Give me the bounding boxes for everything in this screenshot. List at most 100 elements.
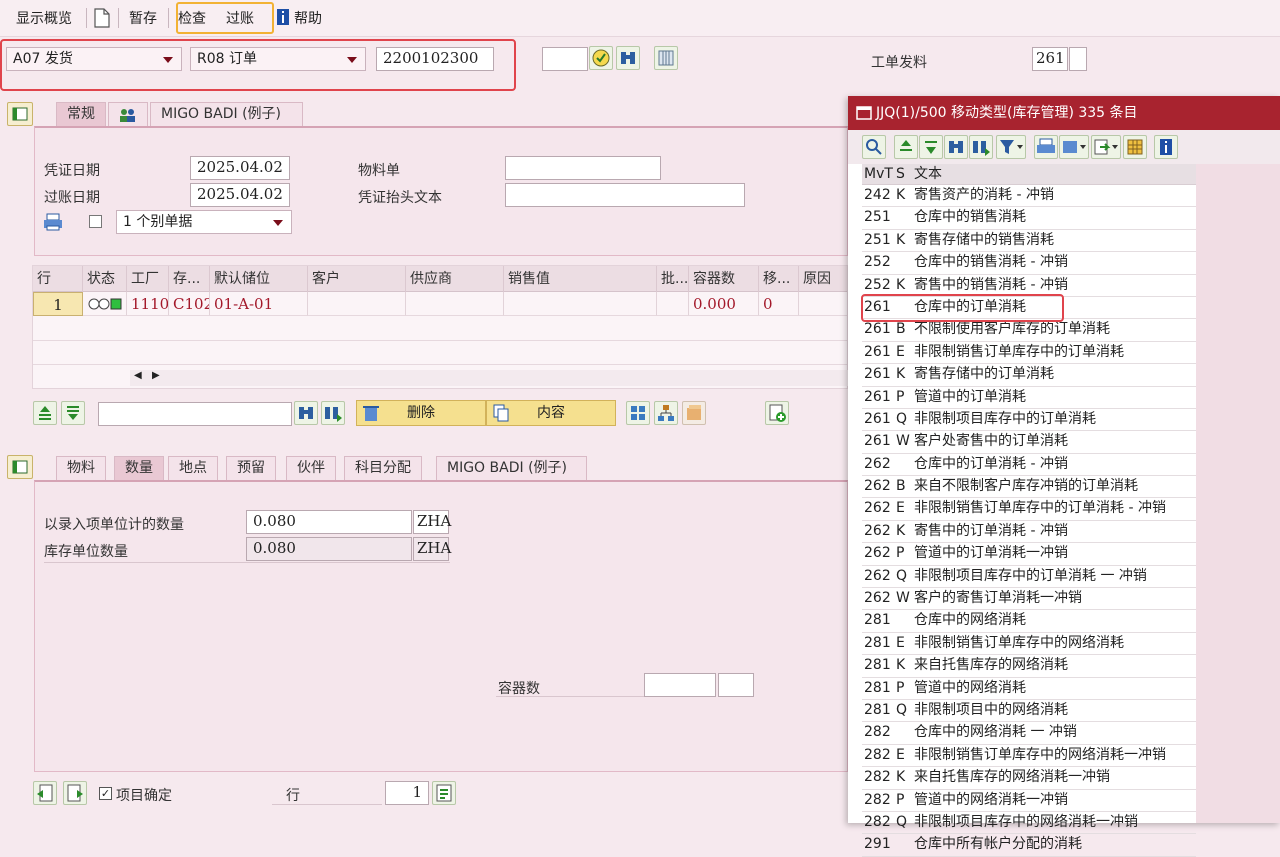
- row-containers[interactable]: 0.000: [689, 292, 759, 316]
- list-item[interactable]: 282 P 管道中的网络消耗一冲销: [862, 790, 1196, 812]
- col-plant[interactable]: 工厂: [127, 266, 169, 292]
- col-mvt[interactable]: 移...: [759, 266, 799, 292]
- list-item[interactable]: 261 K 寄售存储中的订单消耗: [862, 364, 1196, 387]
- filter-icon[interactable]: [996, 135, 1026, 159]
- detail-icon[interactable]: [862, 135, 886, 159]
- row-customer[interactable]: [308, 292, 406, 316]
- col-vendor[interactable]: 供应商: [406, 266, 504, 292]
- list-item[interactable]: 262 B 来自不限制客户库存冲销的订单消耗: [862, 476, 1196, 499]
- list-item[interactable]: 262 Q 非限制项目库存中的订单消耗 一 冲销: [862, 566, 1196, 589]
- containers-input[interactable]: [644, 673, 716, 697]
- new-document-icon[interactable]: [94, 8, 110, 28]
- list-item[interactable]: 252 仓库中的销售消耗 - 冲销: [862, 252, 1196, 275]
- row-plant[interactable]: 1110: [127, 292, 169, 316]
- col-line[interactable]: 行: [33, 266, 83, 292]
- list-item[interactable]: 261 W 客户处寄售中的订单消耗: [862, 431, 1196, 454]
- list-item[interactable]: 291 仓库中所有帐户分配的消耗: [862, 834, 1196, 857]
- header-text-input[interactable]: [505, 183, 745, 207]
- expand-all-icon[interactable]: [33, 401, 57, 425]
- scroll-left-icon[interactable]: ◀: [134, 370, 142, 381]
- collapse-detail-icon[interactable]: [7, 455, 33, 479]
- row-vendor[interactable]: [406, 292, 504, 316]
- list-item[interactable]: 281 P 管道中的网络消耗: [862, 678, 1196, 700]
- col-mvt-header[interactable]: MvT: [864, 164, 893, 184]
- find-icon[interactable]: [944, 135, 968, 159]
- row-reason[interactable]: [799, 292, 847, 316]
- list-item[interactable]: 262 K 寄售中的订单消耗 - 冲销: [862, 521, 1196, 544]
- list-item[interactable]: 281 K 来自托售库存的网络消耗: [862, 655, 1196, 678]
- order-number-input[interactable]: 2200102300: [376, 47, 494, 71]
- scroll-right-icon[interactable]: ▶: [152, 370, 160, 381]
- row-mvt[interactable]: 0: [759, 292, 799, 316]
- tab-material[interactable]: 物料: [56, 456, 106, 480]
- entry-unit-input[interactable]: ZHA: [413, 510, 451, 534]
- list-item[interactable]: 282 仓库中的网络消耗 一 冲销: [862, 722, 1196, 745]
- views-icon[interactable]: [1059, 135, 1089, 159]
- find-next-icon[interactable]: [969, 135, 993, 159]
- list-item[interactable]: 261 E 非限制销售订单库存中的订单消耗: [862, 342, 1196, 365]
- binoculars-icon[interactable]: [616, 46, 640, 70]
- find-icon[interactable]: [294, 401, 318, 425]
- list-item[interactable]: 281 E 非限制销售订单库存中的网络消耗: [862, 633, 1196, 656]
- sort-descending-icon[interactable]: [919, 135, 943, 159]
- row-line[interactable]: 1: [33, 292, 83, 316]
- entry-qty-input[interactable]: 0.080: [246, 510, 412, 534]
- list-item[interactable]: 281 Q 非限制项目中的网络消耗: [862, 700, 1196, 723]
- movement-type-input[interactable]: 261: [1032, 47, 1068, 71]
- item-search-input[interactable]: [98, 402, 292, 426]
- print-checkbox[interactable]: [89, 215, 102, 228]
- info-icon[interactable]: [1154, 135, 1178, 159]
- extra-input[interactable]: [542, 47, 588, 71]
- goto-line-icon[interactable]: [432, 781, 456, 805]
- list-item[interactable]: 262 E 非限制销售订单库存中的订单消耗 - 冲销: [862, 498, 1196, 521]
- printer-icon[interactable]: [42, 212, 64, 232]
- horizontal-scrollbar[interactable]: ◀ ▶: [130, 370, 848, 386]
- col-s-header[interactable]: S: [896, 164, 905, 184]
- containers-unit-input[interactable]: [718, 673, 754, 697]
- action-dropdown[interactable]: A07 发货: [6, 47, 182, 71]
- doc-date-input[interactable]: 2025.04.02: [190, 156, 290, 180]
- list-item[interactable]: 281 仓库中的网络消耗: [862, 610, 1196, 633]
- list-item[interactable]: 261 Q 非限制项目库存中的订单消耗: [862, 409, 1196, 432]
- post-date-input[interactable]: 2025.04.02: [190, 183, 290, 207]
- export-icon[interactable]: [1091, 135, 1121, 159]
- layout-icon[interactable]: [1123, 135, 1147, 159]
- list-item[interactable]: 262 P 管道中的订单消耗一冲销: [862, 543, 1196, 566]
- list-item[interactable]: 282 E 非限制销售订单库存中的网络消耗一冲销: [862, 745, 1196, 768]
- info-icon[interactable]: [276, 8, 290, 26]
- col-sales-value[interactable]: 销售值: [504, 266, 657, 292]
- hierarchy-icon[interactable]: [654, 401, 678, 425]
- tab-badi[interactable]: MIGO BADI (例子): [150, 102, 303, 126]
- line-input[interactable]: 1: [385, 781, 429, 805]
- help-button[interactable]: 帮助: [294, 8, 322, 28]
- grid-settings-icon[interactable]: [654, 46, 678, 70]
- list-item[interactable]: 262 仓库中的订单消耗 - 冲销: [862, 454, 1196, 477]
- tab-badi-detail[interactable]: MIGO BADI (例子): [436, 456, 587, 480]
- print-icon[interactable]: [1034, 135, 1058, 159]
- tab-account[interactable]: 科目分配: [344, 456, 422, 480]
- list-item[interactable]: 262 W 客户的寄售订单消耗一冲销: [862, 588, 1196, 611]
- execute-icon[interactable]: [589, 46, 613, 70]
- previous-item-icon[interactable]: [33, 781, 57, 805]
- overview-button[interactable]: 显示概览: [16, 8, 72, 28]
- row-bin[interactable]: 01-A-01: [210, 292, 308, 316]
- list-item[interactable]: 282 K 来自托售库存的网络消耗一冲销: [862, 767, 1196, 790]
- list-item[interactable]: 242 K 寄售资产的消耗 - 冲销: [862, 185, 1196, 208]
- list-item[interactable]: 282 Q 非限制项目库存中的网络消耗一冲销: [862, 812, 1196, 835]
- row-sloc[interactable]: C102: [169, 292, 210, 316]
- item-ok-checkbox[interactable]: ✓: [99, 787, 112, 800]
- special-stock-input[interactable]: [1069, 47, 1087, 71]
- col-containers[interactable]: 容器数: [689, 266, 759, 292]
- find-next-icon[interactable]: [321, 401, 345, 425]
- reference-dropdown[interactable]: R08 订单: [190, 47, 366, 71]
- table-row[interactable]: 1 1110 C102 01-A-01 0.000 0: [33, 292, 847, 316]
- col-status[interactable]: 状态: [83, 266, 127, 292]
- list-item[interactable]: 251 K 寄售存储中的销售消耗: [862, 230, 1196, 253]
- col-text-header[interactable]: 文本: [914, 164, 942, 184]
- delete-button[interactable]: 删除: [356, 400, 486, 426]
- col-customer[interactable]: 客户: [308, 266, 406, 292]
- col-bin[interactable]: 默认储位: [210, 266, 308, 292]
- tab-partners[interactable]: [108, 102, 148, 126]
- tab-reservation[interactable]: 预留: [226, 456, 276, 480]
- tab-partner[interactable]: 伙伴: [286, 456, 336, 480]
